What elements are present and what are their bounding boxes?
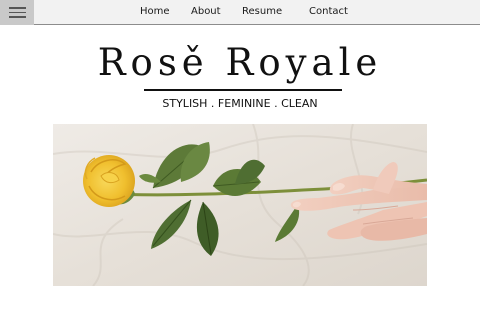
yellow-rose <box>83 155 135 207</box>
rose-photo <box>53 124 427 286</box>
nav-link-contact[interactable]: Contact <box>309 5 348 19</box>
menu-line <box>8 11 26 14</box>
title-underline <box>144 89 342 91</box>
top-nav-bar: Home About Resume Contact <box>0 0 480 25</box>
hero-image <box>53 124 427 286</box>
nav-link-home[interactable]: Home <box>140 5 170 19</box>
nav-link-resume[interactable]: Resume <box>242 5 282 19</box>
site-tagline: STYLISH . FEMININE . CLEAN <box>162 97 318 110</box>
menu-line <box>8 7 26 9</box>
nav-link-about[interactable]: About <box>191 5 221 19</box>
menu-line <box>8 16 26 18</box>
site-title: Rosě Royale <box>97 41 383 84</box>
hamburger-menu-icon[interactable] <box>0 0 34 25</box>
